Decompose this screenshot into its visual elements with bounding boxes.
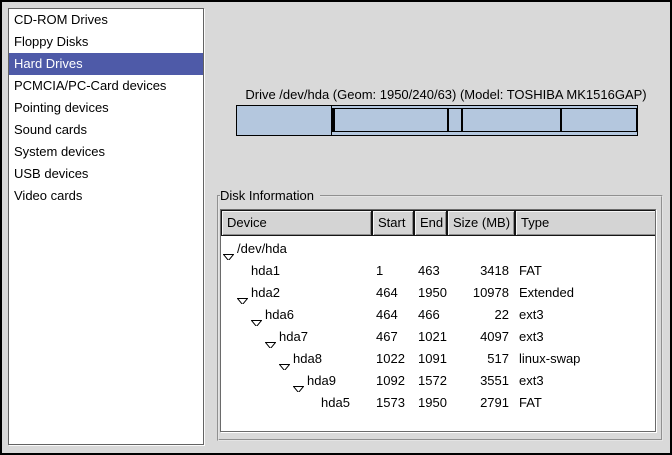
indent-spacer bbox=[307, 403, 321, 404]
type-cell: Extended bbox=[515, 282, 655, 304]
device-cell: hda5 bbox=[221, 392, 372, 414]
device-cell: hda1 bbox=[221, 260, 372, 282]
expander-icon[interactable] bbox=[293, 378, 304, 385]
tree-row-dev-hda[interactable]: /dev/hda bbox=[221, 238, 655, 260]
size-cell: 3418 bbox=[447, 260, 515, 282]
size-cell: 4097 bbox=[447, 326, 515, 348]
size-cell: 3551 bbox=[447, 370, 515, 392]
column-header-device[interactable]: Device bbox=[221, 210, 372, 236]
device-label: hda5 bbox=[321, 392, 350, 414]
sidebar-item-pcmcia-pc-card-devices[interactable]: PCMCIA/PC-Card devices bbox=[9, 75, 203, 97]
device-cell: hda8 bbox=[221, 348, 372, 370]
tree-row-hda7[interactable]: hda7 46710214097ext3 bbox=[221, 326, 655, 348]
expander-icon[interactable] bbox=[251, 312, 262, 319]
size-cell: 10978 bbox=[447, 282, 515, 304]
expander-icon[interactable] bbox=[223, 246, 234, 253]
size-cell: 517 bbox=[447, 348, 515, 370]
sidebar-item-usb-devices[interactable]: USB devices bbox=[9, 163, 203, 185]
tree-row-hda8[interactable]: hda8 10221091517linux-swap bbox=[221, 348, 655, 370]
start-cell: 1022 bbox=[372, 348, 414, 370]
expander-icon[interactable] bbox=[265, 334, 276, 341]
device-cell: hda7 bbox=[221, 326, 372, 348]
end-cell: 466 bbox=[414, 304, 447, 326]
type-cell: FAT bbox=[515, 260, 655, 282]
drive-title: Drive /dev/hda (Geom: 1950/240/63) (Mode… bbox=[224, 87, 668, 102]
column-header-end[interactable]: End bbox=[414, 210, 447, 236]
device-label: hda2 bbox=[251, 282, 280, 304]
start-cell: 464 bbox=[372, 304, 414, 326]
disk-information-label: Disk Information bbox=[220, 188, 320, 204]
end-cell bbox=[414, 238, 447, 260]
type-cell: ext3 bbox=[515, 304, 655, 326]
disk-information-frame: Disk Information Device Start End Size (… bbox=[217, 195, 663, 441]
tree-row-hda2[interactable]: hda2 464195010978Extended bbox=[221, 282, 655, 304]
sidebar-item-floppy-disks[interactable]: Floppy Disks bbox=[9, 31, 203, 53]
hardware-browser-window: CD-ROM DrivesFloppy DisksHard DrivesPCMC… bbox=[0, 0, 672, 455]
end-cell: 1021 bbox=[414, 326, 447, 348]
expander-icon[interactable] bbox=[279, 356, 290, 363]
column-header-type[interactable]: Type bbox=[515, 210, 656, 236]
partition-segment-hda1 bbox=[237, 106, 332, 135]
device-cell: hda9 bbox=[221, 370, 372, 392]
type-cell bbox=[515, 238, 655, 260]
tree-row-hda5[interactable]: hda5 157319502791FAT bbox=[221, 392, 655, 414]
end-cell: 1091 bbox=[414, 348, 447, 370]
device-label: hda6 bbox=[265, 304, 294, 326]
sidebar-item-system-devices[interactable]: System devices bbox=[9, 141, 203, 163]
size-cell bbox=[447, 238, 515, 260]
type-cell: linux-swap bbox=[515, 348, 655, 370]
sidebar-item-cd-rom-drives[interactable]: CD-ROM Drives bbox=[9, 9, 203, 31]
column-header-size[interactable]: Size (MB) bbox=[447, 210, 515, 236]
size-cell: 22 bbox=[447, 304, 515, 326]
type-cell: FAT bbox=[515, 392, 655, 414]
end-cell: 463 bbox=[414, 260, 447, 282]
sidebar-item-sound-cards[interactable]: Sound cards bbox=[9, 119, 203, 141]
partition-bar bbox=[236, 105, 638, 136]
device-label: hda8 bbox=[293, 348, 322, 370]
sidebar-item-hard-drives[interactable]: Hard Drives bbox=[9, 53, 203, 75]
type-cell: ext3 bbox=[515, 370, 655, 392]
type-cell: ext3 bbox=[515, 326, 655, 348]
start-cell: 1 bbox=[372, 260, 414, 282]
size-cell: 2791 bbox=[447, 392, 515, 414]
device-label: /dev/hda bbox=[237, 238, 287, 260]
device-cell: hda2 bbox=[221, 282, 372, 304]
start-cell bbox=[372, 238, 414, 260]
device-label: hda7 bbox=[279, 326, 308, 348]
end-cell: 1950 bbox=[414, 282, 447, 304]
partition-segment-hda8 bbox=[448, 108, 462, 132]
partition-segment-hda7 bbox=[334, 108, 448, 132]
tree-row-hda1[interactable]: hda1 14633418FAT bbox=[221, 260, 655, 282]
device-cell: hda6 bbox=[221, 304, 372, 326]
sidebar-item-video-cards[interactable]: Video cards bbox=[9, 185, 203, 207]
partition-segment-hda2 bbox=[332, 106, 637, 135]
expander-icon[interactable] bbox=[237, 290, 248, 297]
partition-segment-hda5 bbox=[561, 108, 637, 132]
column-header-start[interactable]: Start bbox=[372, 210, 414, 236]
start-cell: 467 bbox=[372, 326, 414, 348]
device-cell: /dev/hda bbox=[221, 238, 372, 260]
start-cell: 1573 bbox=[372, 392, 414, 414]
table-header: Device Start End Size (MB) Type bbox=[221, 210, 655, 236]
partition-segment-hda9 bbox=[462, 108, 561, 132]
end-cell: 1572 bbox=[414, 370, 447, 392]
end-cell: 1950 bbox=[414, 392, 447, 414]
logical-partitions bbox=[332, 108, 637, 132]
device-label: hda9 bbox=[307, 370, 336, 392]
partition-tree: /dev/hdahda114633418FAThda2464195010978E… bbox=[221, 236, 655, 431]
start-cell: 1092 bbox=[372, 370, 414, 392]
device-category-list: CD-ROM DrivesFloppy DisksHard DrivesPCMC… bbox=[8, 8, 204, 445]
sidebar-item-pointing-devices[interactable]: Pointing devices bbox=[9, 97, 203, 119]
partition-table: Device Start End Size (MB) Type /dev/hda… bbox=[220, 209, 656, 432]
tree-row-hda9[interactable]: hda9 109215723551ext3 bbox=[221, 370, 655, 392]
indent-spacer bbox=[237, 271, 251, 272]
start-cell: 464 bbox=[372, 282, 414, 304]
device-label: hda1 bbox=[251, 260, 280, 282]
tree-row-hda6[interactable]: hda6 46446622ext3 bbox=[221, 304, 655, 326]
